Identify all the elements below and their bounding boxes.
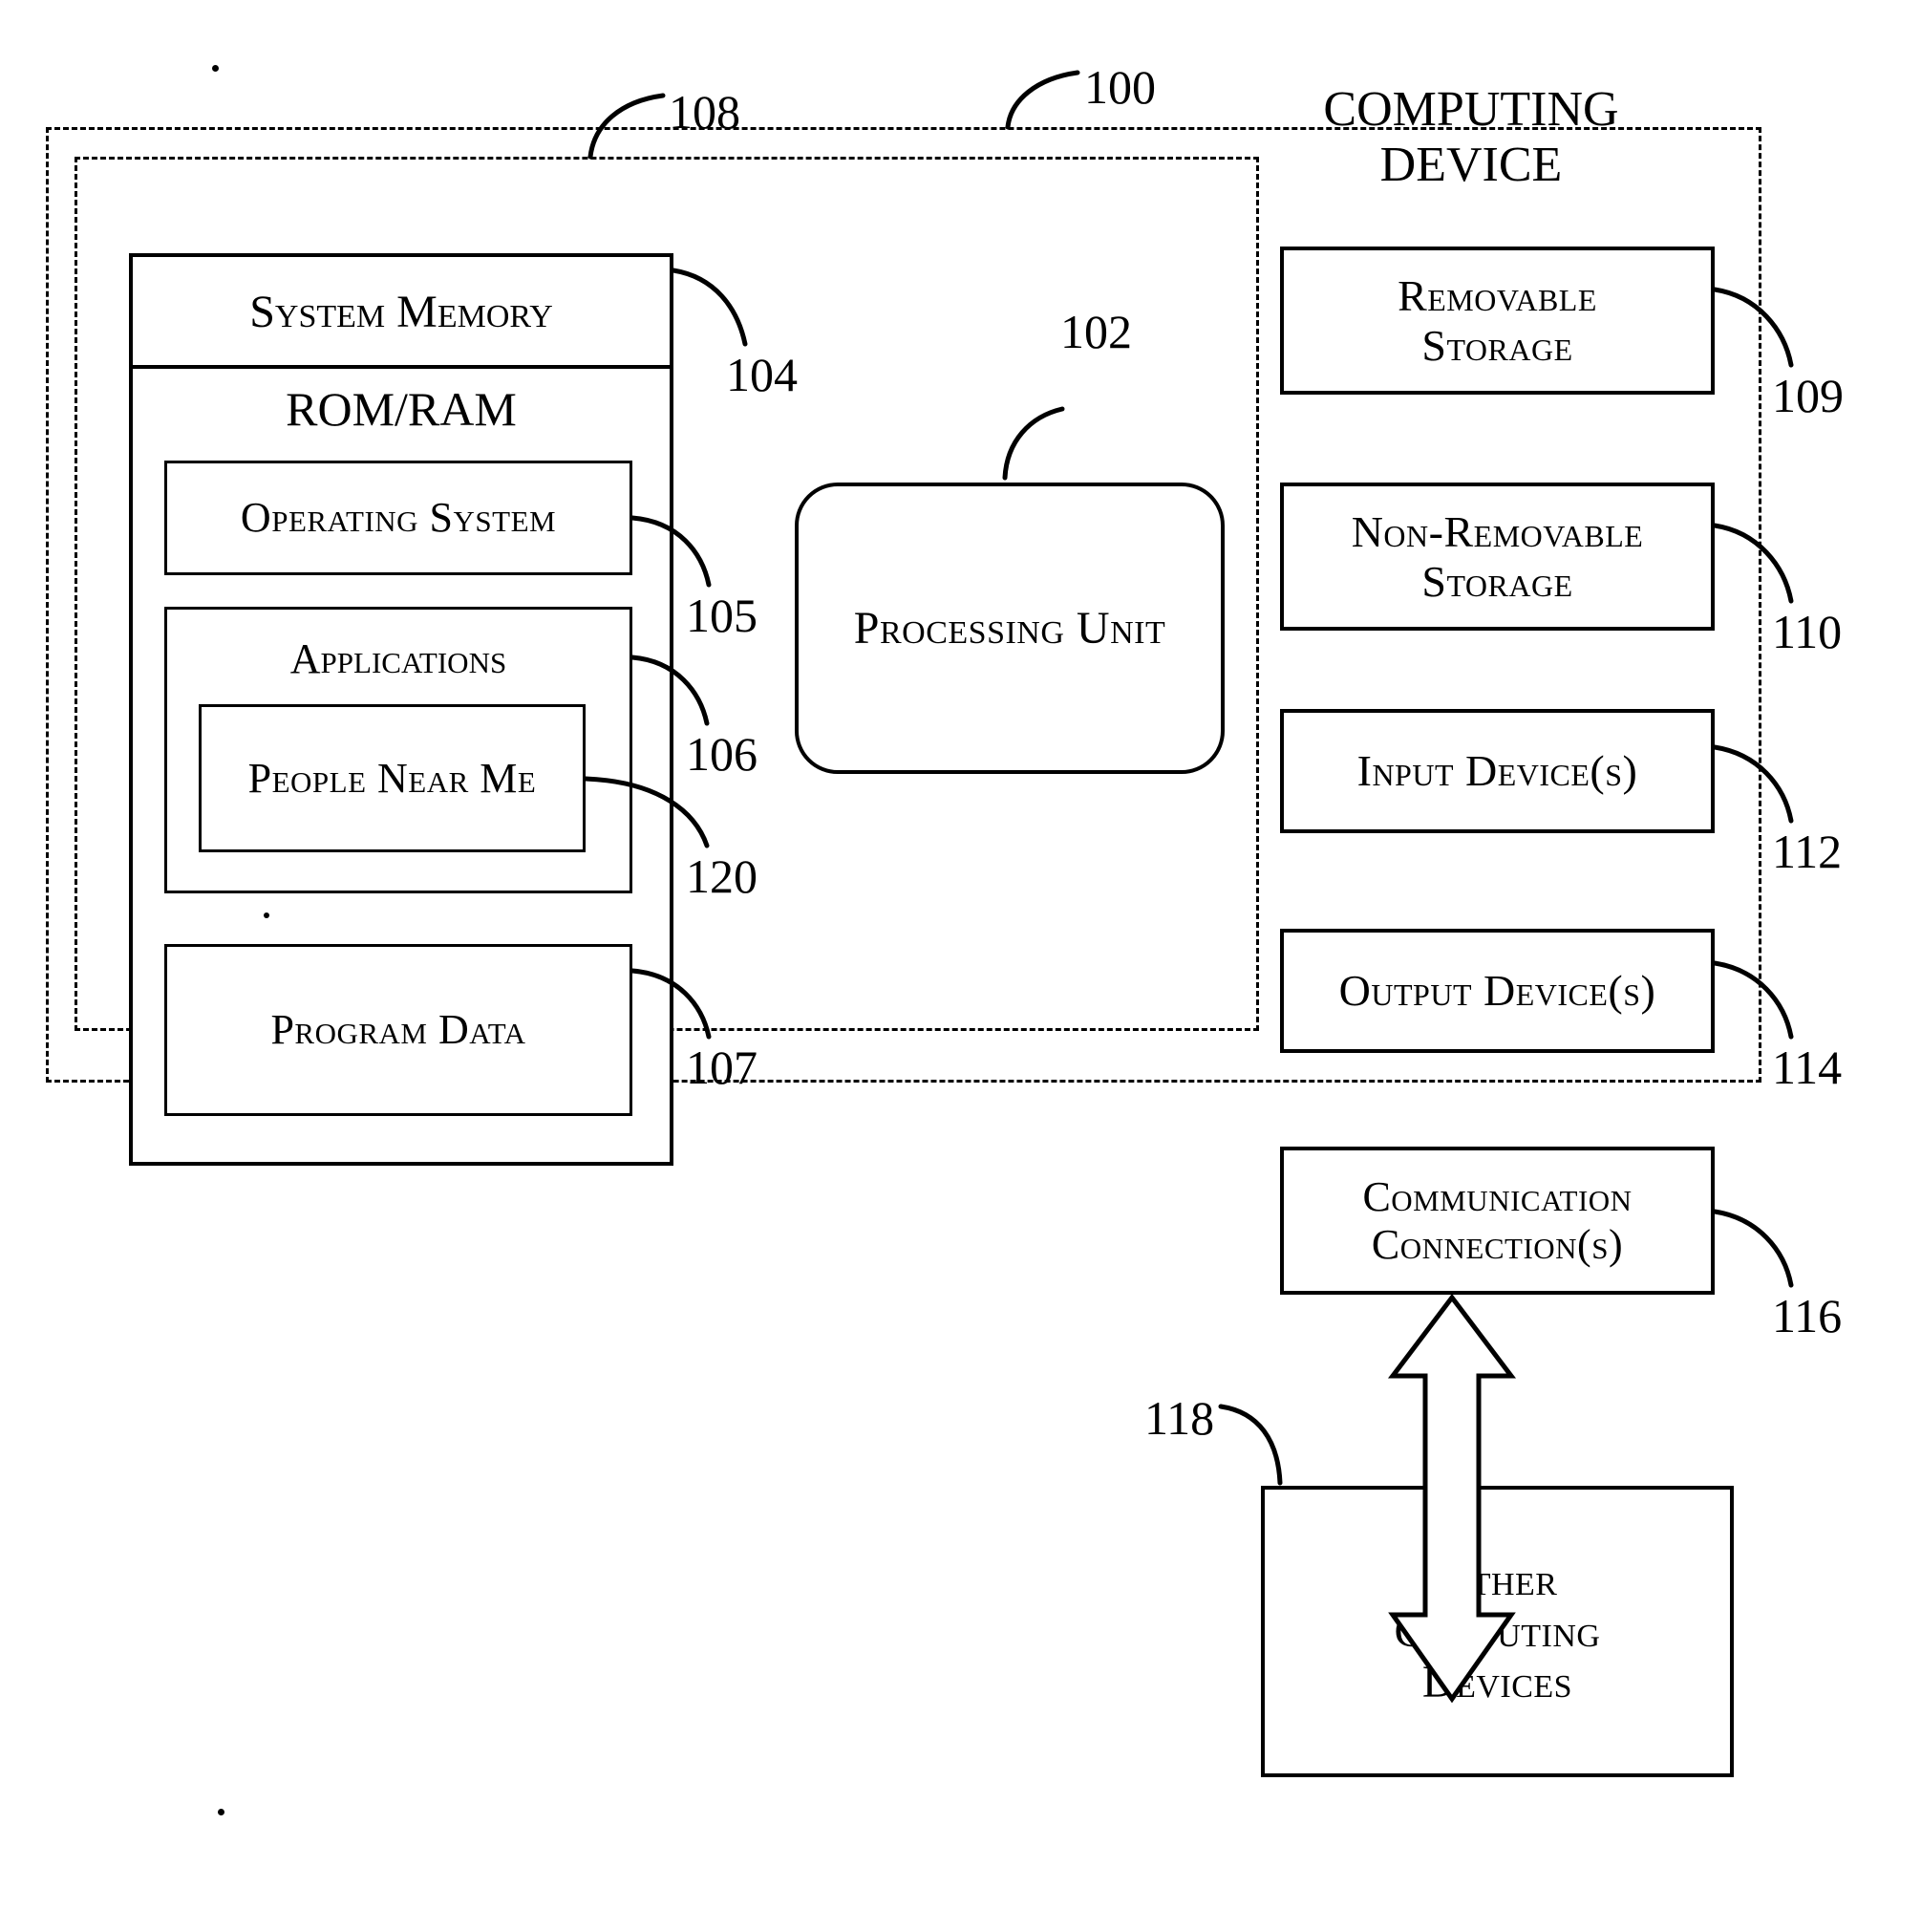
operating-system-label: Operating System	[240, 494, 557, 542]
ref-102: 102	[1060, 305, 1132, 358]
program-data-label: Program Data	[270, 1006, 526, 1054]
ref-109: 109	[1772, 369, 1844, 422]
output-devices-block: Output Device(s)	[1280, 929, 1715, 1053]
ref-118: 118	[1144, 1391, 1215, 1445]
communication-connections-label-1: Communication	[1362, 1173, 1633, 1221]
people-near-me-label: People Near Me	[247, 754, 537, 802]
ref-100: 100	[1084, 60, 1156, 114]
ref-104: 104	[726, 348, 798, 401]
system-memory-divider	[129, 365, 673, 369]
ref-105: 105	[686, 589, 758, 642]
non-removable-storage-block: Non-Removable Storage	[1280, 483, 1715, 631]
ref-107: 107	[686, 1041, 758, 1094]
people-near-me-block: People Near Me	[199, 704, 586, 852]
other-computing-devices-label-3: Devices	[1421, 1657, 1573, 1708]
scan-speck-mid	[264, 912, 269, 918]
removable-storage-label-1: Removable	[1398, 270, 1597, 320]
removable-storage-block: Removable Storage	[1280, 247, 1715, 395]
removable-storage-label-2: Storage	[1421, 320, 1573, 370]
program-data-block: Program Data	[164, 944, 632, 1116]
page-title: COMPUTING DEVICE	[1323, 82, 1619, 193]
system-memory-label: System Memory	[249, 287, 553, 337]
other-computing-devices-label-1: Other	[1437, 1554, 1558, 1605]
ref-108: 108	[669, 85, 740, 139]
scan-speck-bottom	[218, 1809, 224, 1815]
ref-120: 120	[686, 849, 758, 903]
leader-line-116	[1712, 1209, 1794, 1288]
rom-ram-label: ROM/RAM	[286, 382, 517, 436]
input-devices-label: Input Device(s)	[1356, 746, 1638, 796]
ref-110: 110	[1772, 605, 1843, 658]
communication-connections-block: Communication Connection(s)	[1280, 1147, 1715, 1295]
other-computing-devices-block: Other Computing Devices	[1261, 1486, 1734, 1777]
other-computing-devices-label-2: Computing	[1394, 1605, 1601, 1657]
input-devices-block: Input Device(s)	[1280, 709, 1715, 833]
processing-unit-label: Processing Unit	[853, 602, 1166, 654]
scan-speck-top	[212, 65, 219, 72]
leader-line-100	[1005, 70, 1080, 130]
communication-connections-label-2: Connection(s)	[1371, 1220, 1624, 1268]
ref-116: 116	[1772, 1289, 1843, 1342]
output-devices-label: Output Device(s)	[1338, 966, 1656, 1016]
ref-114: 114	[1772, 1041, 1843, 1094]
leader-line-118	[1218, 1404, 1283, 1486]
patent-figure-canvas: COMPUTING DEVICE System Memory ROM/RAM O…	[0, 0, 1921, 1932]
ref-112: 112	[1772, 825, 1843, 878]
ref-106: 106	[686, 727, 758, 781]
processing-unit-block: Processing Unit	[795, 483, 1225, 774]
non-removable-storage-label-2: Storage	[1421, 556, 1573, 606]
non-removable-storage-label-1: Non-Removable	[1351, 506, 1644, 556]
applications-label: Applications	[289, 635, 507, 682]
operating-system-block: Operating System	[164, 461, 632, 575]
